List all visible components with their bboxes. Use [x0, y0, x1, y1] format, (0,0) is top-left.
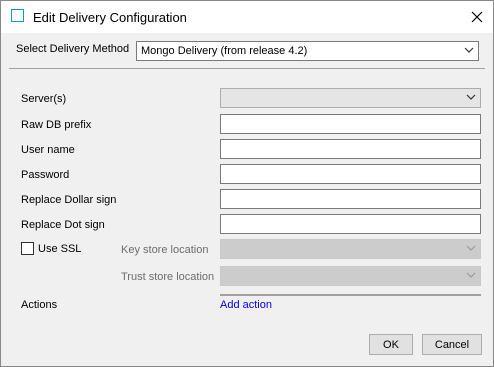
- actions-label: Actions: [21, 299, 58, 311]
- chevron-down-icon: [466, 245, 476, 251]
- cancel-button[interactable]: Cancel: [422, 334, 482, 355]
- password-label: Password: [21, 169, 70, 181]
- select-delivery-method-label: Select Delivery Method: [16, 43, 130, 55]
- trust-store-label: Trust store location: [121, 271, 215, 283]
- replace-dollar-input[interactable]: [220, 189, 481, 209]
- replace-dollar-label: Replace Dollar sign: [21, 194, 117, 206]
- chevron-down-icon: [466, 94, 476, 100]
- window-title: Edit Delivery Configuration: [33, 10, 187, 25]
- delivery-method-select[interactable]: Mongo Delivery (from release 4.2): [136, 41, 479, 61]
- password-input[interactable]: [220, 164, 481, 184]
- ok-button[interactable]: OK: [369, 334, 413, 355]
- window-icon: [11, 9, 24, 22]
- replace-dot-input[interactable]: [220, 214, 481, 234]
- user-name-input[interactable]: [220, 139, 481, 159]
- chevron-down-icon: [466, 272, 476, 278]
- key-store-select[interactable]: [220, 239, 481, 259]
- replace-dot-label: Replace Dot sign: [21, 219, 105, 231]
- user-name-label: User name: [21, 144, 75, 156]
- dialog-window: Edit Delivery Configuration Select Deliv…: [0, 0, 494, 367]
- raw-db-prefix-input[interactable]: [220, 114, 481, 134]
- title-bar: Edit Delivery Configuration: [1, 1, 493, 33]
- actions-divider: [220, 294, 481, 296]
- add-action-link[interactable]: Add action: [220, 299, 272, 311]
- use-ssl-checkbox[interactable]: [21, 242, 34, 255]
- close-button[interactable]: [461, 1, 493, 33]
- use-ssl-label: Use SSL: [38, 243, 82, 255]
- trust-store-select[interactable]: [220, 266, 481, 286]
- raw-db-prefix-label: Raw DB prefix: [21, 119, 92, 131]
- section-divider: [9, 68, 485, 69]
- close-icon: [471, 11, 483, 23]
- delivery-method-value: Mongo Delivery (from release 4.2): [141, 45, 308, 57]
- servers-label: Server(s): [21, 93, 67, 105]
- servers-select[interactable]: [220, 88, 481, 108]
- chevron-down-icon: [464, 47, 474, 53]
- key-store-label: Key store location: [121, 244, 209, 256]
